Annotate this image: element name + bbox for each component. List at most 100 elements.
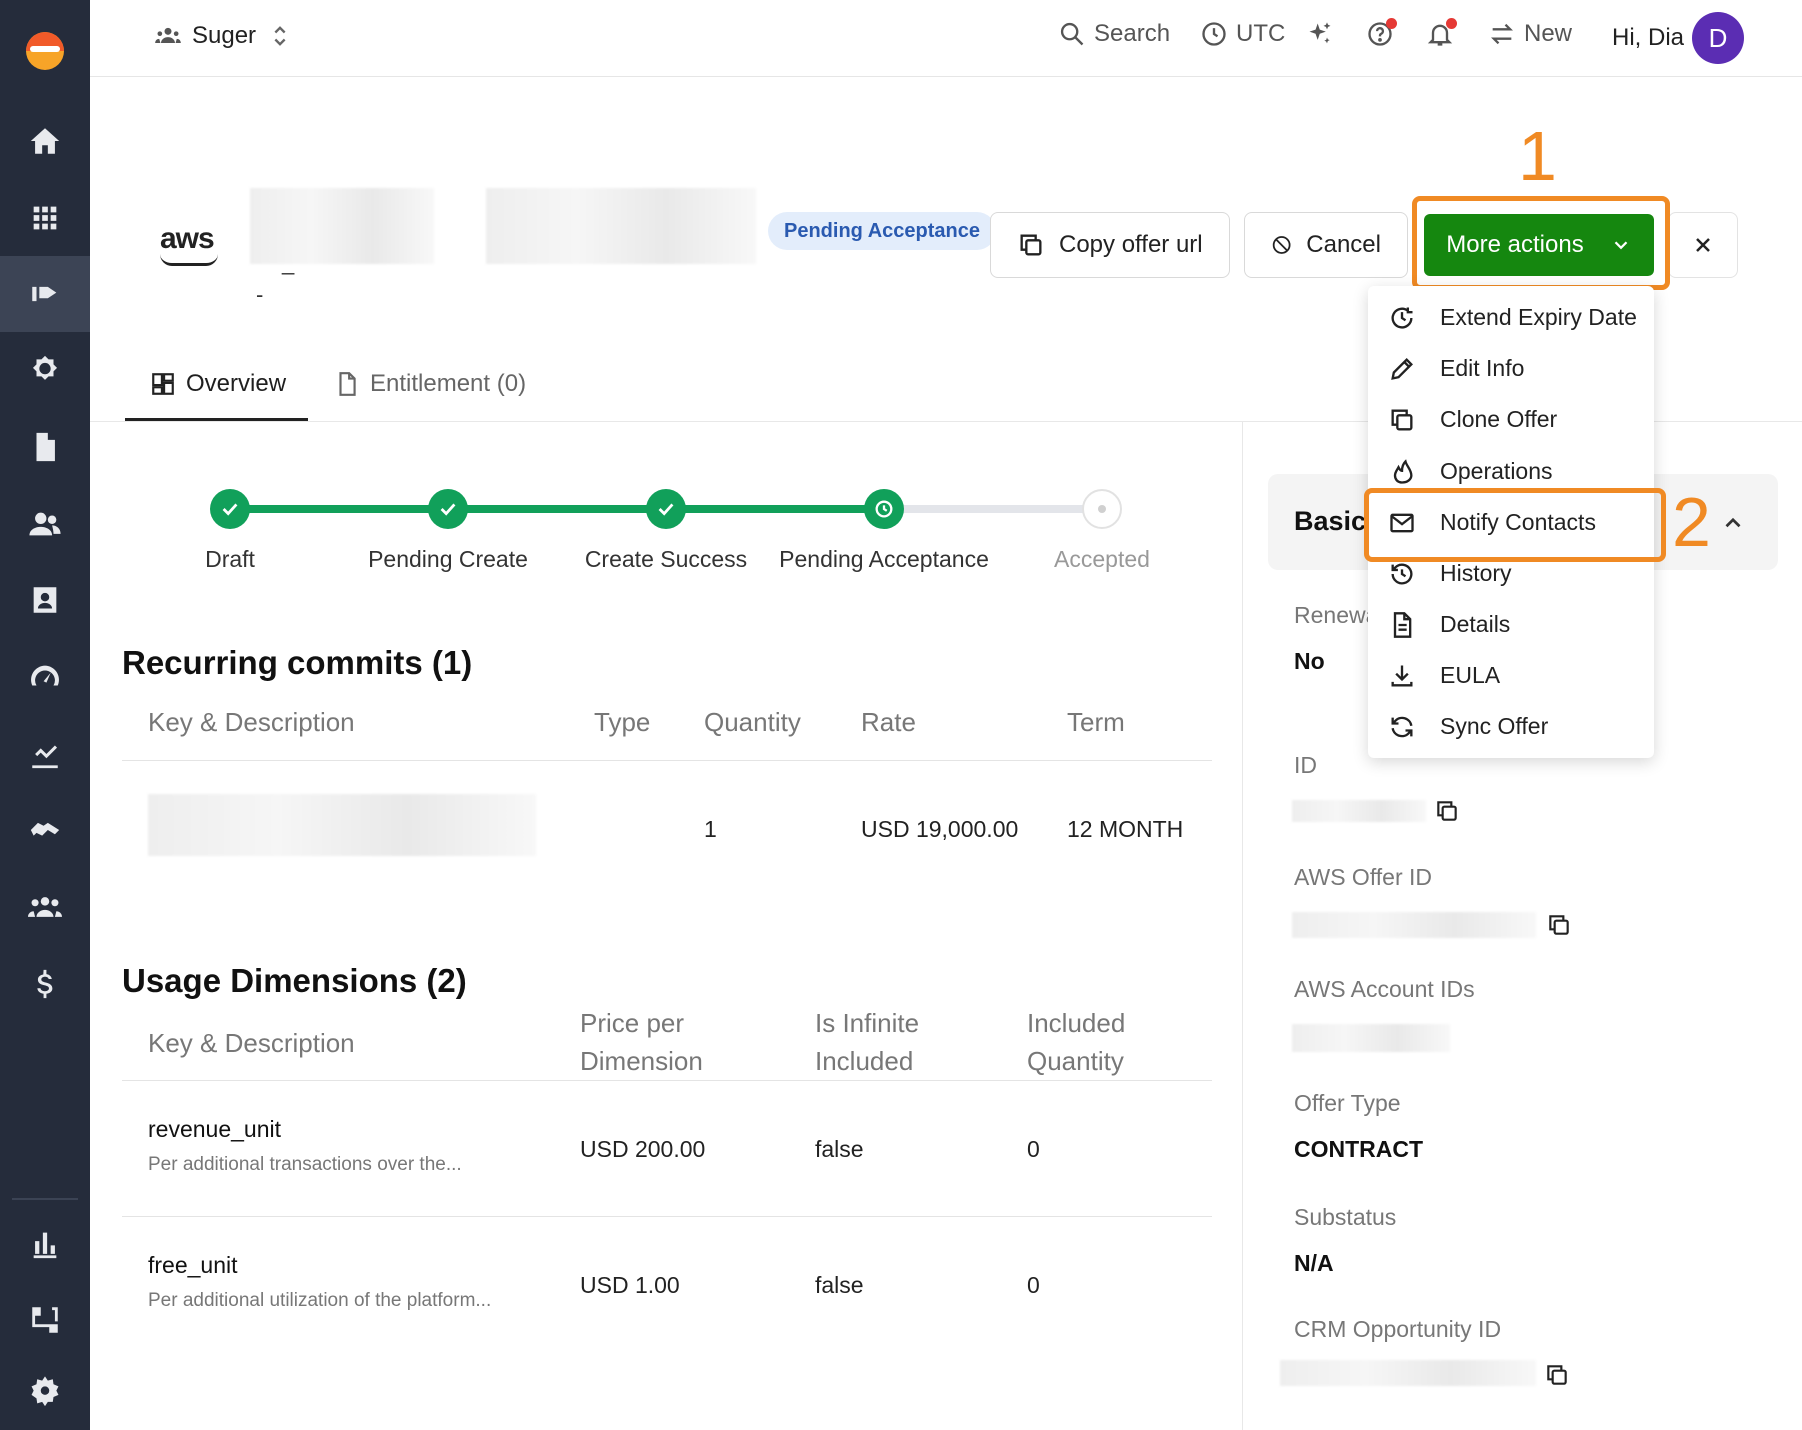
tab-overview[interactable]: Overview xyxy=(150,370,286,398)
usage-dimensions-title: Usage Dimensions (2) xyxy=(122,962,467,999)
org-switcher[interactable]: Suger xyxy=(154,22,294,50)
recurring-col-rate: Rate xyxy=(861,707,916,737)
usage-row-divider xyxy=(122,1216,1212,1217)
progress-line-done xyxy=(230,505,884,513)
products-gear-icon[interactable] xyxy=(0,332,90,408)
close-button[interactable] xyxy=(1668,212,1738,278)
timezone-button[interactable]: UTC xyxy=(1200,20,1285,48)
apps-grid-icon[interactable] xyxy=(0,180,90,256)
usage-row-infinite: false xyxy=(815,1136,864,1162)
step-label-draft: Draft xyxy=(205,546,255,572)
step-pending-create-check-icon xyxy=(428,489,468,529)
handshake-icon[interactable] xyxy=(0,792,90,868)
chevron-up-icon[interactable] xyxy=(1720,510,1746,536)
usage-row-name: free_unit xyxy=(148,1252,238,1278)
aws-account-ids-redacted xyxy=(1292,1024,1450,1052)
status-badge: Pending Acceptance xyxy=(768,212,996,250)
notifications-button[interactable] xyxy=(1426,18,1457,48)
renewal-value: No xyxy=(1294,648,1325,674)
document-icon[interactable] xyxy=(0,409,90,485)
menu-item-sync-offer[interactable]: Sync Offer xyxy=(1368,701,1654,752)
tab-entitlement[interactable]: Entitlement (0) xyxy=(334,370,526,398)
offer-type-value: CONTRACT xyxy=(1294,1136,1424,1162)
recurring-col-type: Type xyxy=(594,707,651,737)
basic-info-title: Basic xyxy=(1294,506,1367,536)
menu-item-eula[interactable]: EULA xyxy=(1368,650,1654,701)
usage-col-key: Key & Description xyxy=(148,1028,355,1058)
usage-row-desc: Per additional transactions over the... xyxy=(148,1154,462,1175)
recurring-col-key: Key & Description xyxy=(148,707,355,737)
recurring-rate: USD 19,000.00 xyxy=(861,816,1019,842)
sidebar-divider xyxy=(12,1198,78,1200)
cancel-offer-button[interactable]: Cancel xyxy=(1244,212,1408,278)
ai-sparkle-button[interactable] xyxy=(1306,20,1334,48)
usage-header-divider xyxy=(122,1080,1212,1081)
menu-item-details[interactable]: Details xyxy=(1368,599,1654,650)
annotation-box-1 xyxy=(1412,196,1670,290)
offer-name-dash: _ xyxy=(282,250,295,275)
aws-logo: aws xyxy=(160,222,215,255)
contacts-icon[interactable] xyxy=(0,562,90,638)
suger-logo[interactable] xyxy=(26,32,64,70)
analytics-icon[interactable] xyxy=(0,716,90,792)
copy-id-icon[interactable] xyxy=(1434,798,1460,824)
dollar-icon[interactable] xyxy=(0,946,90,1022)
org-people-icon xyxy=(155,27,181,43)
user-avatar[interactable]: D xyxy=(1692,12,1744,64)
menu-item-clone-offer[interactable]: Clone Offer xyxy=(1368,394,1654,445)
aws-offer-id-label: AWS Offer ID xyxy=(1294,864,1433,890)
bar-chart-icon[interactable] xyxy=(0,1206,90,1282)
dashboard-icon xyxy=(152,373,174,395)
home-icon[interactable] xyxy=(0,103,90,179)
new-button[interactable]: New xyxy=(1488,20,1572,48)
app-root: Suger Search UTC New Hi, Dia D aws _ - P… xyxy=(0,0,1802,1430)
copy-aws-offer-id-icon[interactable] xyxy=(1546,912,1572,938)
user-greeting: Hi, Dia xyxy=(1612,24,1685,51)
menu-item-label: Operations xyxy=(1440,458,1553,484)
tab-overview-label: Overview xyxy=(186,370,287,397)
clock-arrow-icon xyxy=(1391,307,1413,329)
settings-gear-icon[interactable] xyxy=(0,1354,90,1430)
recurring-col-term: Term xyxy=(1067,707,1125,737)
recurring-term: 12 MONTH xyxy=(1067,816,1184,842)
bell-notification-dot xyxy=(1446,18,1457,29)
offer-type-label: Offer Type xyxy=(1294,1090,1401,1116)
usage-row-included: 0 xyxy=(1027,1136,1040,1162)
progress-line-todo xyxy=(884,505,1102,513)
recurring-commits-title: Recurring commits (1) xyxy=(122,644,473,681)
copy-crm-id-icon[interactable] xyxy=(1544,1362,1570,1388)
offer-name-redacted xyxy=(250,188,434,264)
step-label-pending-create: Pending Create xyxy=(368,546,528,572)
step-label-pending-acceptance: Pending Acceptance xyxy=(779,546,989,572)
integration-icon[interactable] xyxy=(0,1282,90,1358)
menu-item-edit-info[interactable]: Edit Info xyxy=(1368,343,1654,394)
users-icon[interactable] xyxy=(0,486,90,562)
help-button[interactable] xyxy=(1366,18,1397,48)
tab-entitlement-label: Entitlement (0) xyxy=(370,370,527,397)
offers-icon[interactable] xyxy=(0,256,90,332)
timezone-label: UTC xyxy=(1236,20,1286,47)
help-notification-dot xyxy=(1386,18,1397,29)
recurring-col-quantity: Quantity xyxy=(704,707,801,737)
panel-divider xyxy=(1242,422,1243,1430)
swap-arrows-icon xyxy=(1491,23,1513,45)
annotation-box-2 xyxy=(1364,488,1666,562)
sync-icon xyxy=(1391,716,1413,737)
annotation-number-1: 1 xyxy=(1518,117,1557,195)
sparkle-icon xyxy=(1309,22,1331,44)
menu-item-label: Extend Expiry Date xyxy=(1440,304,1637,330)
search-button[interactable]: Search xyxy=(1058,20,1170,48)
team-icon[interactable] xyxy=(0,869,90,945)
clock-icon xyxy=(1202,22,1226,46)
menu-item-label: Details xyxy=(1440,611,1511,637)
menu-item-label: Sync Offer xyxy=(1440,713,1549,739)
menu-item-extend-expiry-date[interactable]: Extend Expiry Date xyxy=(1368,292,1654,343)
history-icon xyxy=(1391,563,1413,585)
cancel-label: Cancel xyxy=(1306,231,1381,258)
pencil-icon xyxy=(1391,357,1413,380)
menu-item-label: History xyxy=(1440,560,1512,586)
menu-item-label: Edit Info xyxy=(1440,355,1525,381)
speedometer-icon[interactable] xyxy=(0,639,90,715)
aws-account-ids-label: AWS Account IDs xyxy=(1294,976,1475,1002)
copy-offer-url-button[interactable]: Copy offer url xyxy=(990,212,1230,278)
